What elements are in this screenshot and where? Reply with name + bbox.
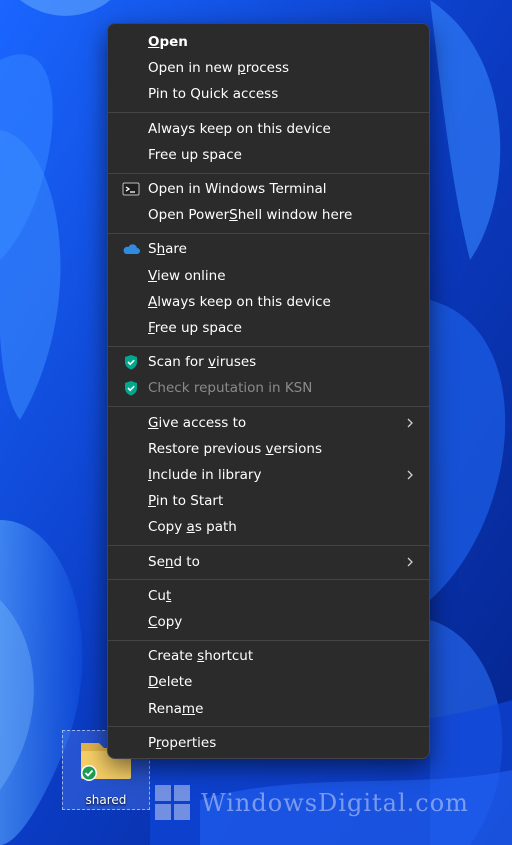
- menu-separator: [108, 406, 429, 408]
- menu-separator: [108, 232, 429, 234]
- chevron-right-icon: [405, 415, 415, 431]
- menu-item-free-up-space[interactable]: Free up space: [112, 143, 425, 167]
- menu-item-copy[interactable]: Copy: [112, 610, 425, 634]
- menu-item-label: Cut: [148, 587, 172, 604]
- menu-item-label: Free up space: [148, 320, 242, 336]
- menu-separator: [108, 345, 429, 347]
- windows-logo-icon: [155, 785, 190, 820]
- context-menu: Open Open in new process Pin to Quick acce…: [107, 23, 430, 759]
- watermark: WindowsDigital.com: [155, 778, 469, 828]
- menu-item-open[interactable]: Open: [112, 30, 425, 54]
- kaspersky-shield-icon: [122, 380, 140, 396]
- menu-item-label: Delete: [148, 674, 193, 691]
- menu-item-label: Pin to Start: [148, 493, 224, 510]
- menu-item-label: Check reputation in KSN: [148, 380, 313, 397]
- menu-item-label: Include in library: [148, 467, 262, 483]
- menu-item-label: Copy: [148, 614, 183, 630]
- menu-item-scan-for-viruses[interactable]: Scan for viruses: [112, 350, 425, 374]
- menu-item-label: Always keep on this device: [148, 293, 331, 310]
- menu-item-open-powershell-window-here[interactable]: Open PowerShell window here: [112, 203, 425, 227]
- menu-item-include-in-library[interactable]: Include in library: [112, 463, 425, 487]
- menu-item-pin-to-start[interactable]: Pin to Start: [112, 489, 425, 513]
- menu-item-label: Open PowerShell window here: [148, 207, 353, 224]
- menu-item-label: Copy as path: [148, 519, 237, 536]
- menu-item-rename[interactable]: Rename: [112, 697, 425, 721]
- menu-item-pin-to-quick-access[interactable]: Pin to Quick access: [112, 82, 425, 106]
- menu-item-share[interactable]: Share: [112, 237, 425, 261]
- menu-item-label: Properties: [148, 734, 217, 751]
- menu-item-label: View online: [148, 267, 226, 284]
- watermark-text: WindowsDigital.com: [201, 789, 469, 817]
- menu-item-label: Restore previous versions: [148, 440, 323, 457]
- folder-label: shared: [85, 793, 127, 807]
- menu-item-label: Open in Windows Terminal: [148, 181, 327, 197]
- menu-item-label: Pin to Quick access: [148, 86, 279, 103]
- menu-item-label: Free up space: [148, 146, 242, 163]
- kaspersky-shield-icon: [122, 354, 140, 370]
- menu-item-label: Open: [148, 34, 188, 50]
- menu-item-label: Open in new process: [148, 60, 290, 77]
- menu-item-open-in-new-process[interactable]: Open in new process: [112, 56, 425, 80]
- menu-item-give-access-to[interactable]: Give access to: [112, 411, 425, 435]
- menu-item-free-up-space[interactable]: Free up space: [112, 316, 425, 340]
- menu-item-restore-previous-versions[interactable]: Restore previous versions: [112, 437, 425, 461]
- menu-item-label: Scan for viruses: [148, 354, 257, 371]
- chevron-right-icon: [405, 467, 415, 483]
- menu-item-always-keep-on-this-device[interactable]: Always keep on this device: [112, 117, 425, 141]
- menu-item-label: Rename: [148, 700, 204, 717]
- menu-separator: [108, 545, 429, 547]
- menu-item-view-online[interactable]: View online: [112, 264, 425, 288]
- menu-item-send-to[interactable]: Send to: [112, 550, 425, 574]
- menu-item-create-shortcut[interactable]: Create shortcut: [112, 644, 425, 668]
- menu-item-label: Always keep on this device: [148, 120, 331, 137]
- menu-item-label: Create shortcut: [148, 648, 254, 665]
- menu-item-label: Give access to: [148, 414, 247, 431]
- menu-item-open-in-windows-terminal[interactable]: Open in Windows Terminal: [112, 177, 425, 201]
- menu-item-always-keep-on-this-device[interactable]: Always keep on this device: [112, 290, 425, 314]
- onedrive-cloud-icon: [122, 241, 140, 257]
- terminal-icon: [122, 181, 140, 197]
- menu-item-label: Send to: [148, 553, 200, 570]
- chevron-right-icon: [405, 554, 415, 570]
- menu-item-check-reputation-in-ksn: Check reputation in KSN: [112, 376, 425, 400]
- menu-separator: [108, 579, 429, 581]
- menu-separator: [108, 112, 429, 114]
- menu-item-copy-as-path[interactable]: Copy as path: [112, 515, 425, 539]
- menu-item-cut[interactable]: Cut: [112, 584, 425, 608]
- menu-item-properties[interactable]: Properties: [112, 731, 425, 755]
- menu-item-label: Share: [148, 241, 187, 258]
- menu-item-delete[interactable]: Delete: [112, 670, 425, 694]
- menu-separator: [108, 726, 429, 728]
- menu-separator: [108, 639, 429, 641]
- menu-separator: [108, 172, 429, 174]
